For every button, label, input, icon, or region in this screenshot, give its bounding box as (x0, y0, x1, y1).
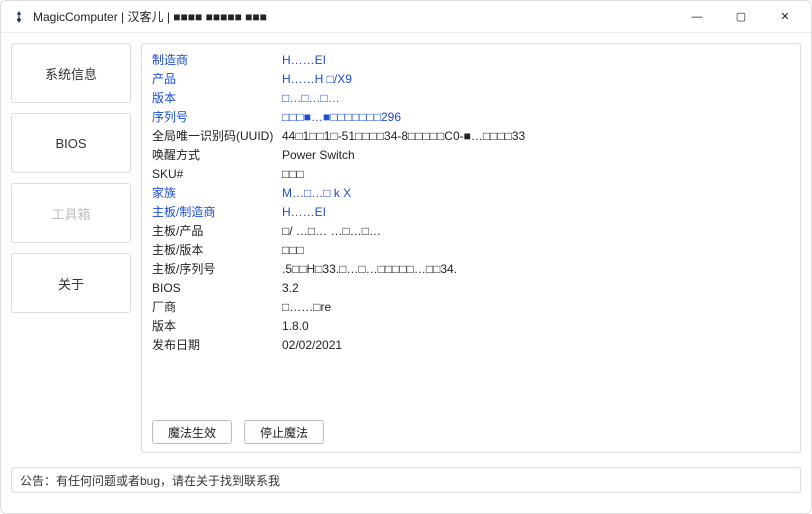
stop-button[interactable]: 停止魔法 (244, 420, 324, 444)
info-key: 版本 (152, 89, 282, 106)
info-row: 主板/版本□□□ (152, 240, 790, 259)
titlebar: MagicComputer | 汉客儿 | ■■■■ ■■■■■ ■■■ — ▢… (1, 1, 811, 33)
info-key: 序列号 (152, 108, 282, 125)
info-row: 序列号□□□■…■□□□□□□□296 (152, 107, 790, 126)
info-key: 主板/版本 (152, 241, 282, 258)
info-row: SKU#□□□ (152, 164, 790, 183)
info-row: 厂商□……□re (152, 297, 790, 316)
info-value: M…□…□ k X (282, 186, 351, 200)
close-button[interactable]: ✕ (763, 3, 807, 31)
info-value: □……□re (282, 300, 331, 314)
notice-text: 公告：有任何问题或者bug，请在关于找到联系我 (20, 472, 280, 489)
info-value: 02/02/2021 (282, 338, 342, 352)
info-row: 产品H……H □/X9 (152, 69, 790, 88)
info-key: 主板/产品 (152, 222, 282, 239)
button-bar: 魔法生效 停止魔法 (142, 412, 800, 452)
info-row: 唤醒方式Power Switch (152, 145, 790, 164)
info-value: □/ …□… …□…□… (282, 224, 381, 238)
info-row: 全局唯一识别码(UUID)44□1□□1□-51□□□□34-8□□□□□C0-… (152, 126, 790, 145)
info-row: 主板/产品□/ …□… …□…□… (152, 221, 790, 240)
info-row: 家族M…□…□ k X (152, 183, 790, 202)
sidebar-item-bios[interactable]: BIOS (11, 113, 131, 173)
info-key: 主板/制造商 (152, 203, 282, 220)
window-title: MagicComputer | 汉客儿 | ■■■■ ■■■■■ ■■■ (33, 8, 267, 25)
info-key: 厂商 (152, 298, 282, 315)
maximize-button[interactable]: ▢ (719, 3, 763, 31)
app-icon (11, 9, 27, 25)
sidebar: 系统信息 BIOS 工具箱 关于 (11, 43, 131, 453)
info-value: □□□ (282, 243, 304, 257)
info-value: H……H □/X9 (282, 72, 352, 86)
info-list: 制造商H……EI产品H……H □/X9版本□…□…□…序列号□□□■…■□□□□… (142, 44, 800, 412)
sidebar-item-toolbox: 工具箱 (11, 183, 131, 243)
info-value: □…□…□… (282, 91, 340, 105)
info-row: 发布日期02/02/2021 (152, 335, 790, 354)
info-key: 家族 (152, 184, 282, 201)
info-value: H……EI (282, 205, 326, 219)
info-row: 主板/序列号.5□□H□33.□…□…□□□□□…□□34. (152, 259, 790, 278)
info-row: 主板/制造商H……EI (152, 202, 790, 221)
info-row: 版本1.8.0 (152, 316, 790, 335)
info-key: SKU# (152, 167, 282, 181)
info-key: 发布日期 (152, 336, 282, 353)
info-key: 产品 (152, 70, 282, 87)
sidebar-item-system-info[interactable]: 系统信息 (11, 43, 131, 103)
info-key: 唤醒方式 (152, 146, 282, 163)
content-area: 系统信息 BIOS 工具箱 关于 制造商H……EI产品H……H □/X9版本□…… (1, 33, 811, 453)
info-value: □□□ (282, 167, 304, 181)
info-value: 1.8.0 (282, 319, 309, 333)
info-value: Power Switch (282, 148, 355, 162)
info-value: □□□■…■□□□□□□□296 (282, 110, 401, 124)
info-value: 3.2 (282, 281, 299, 295)
minimize-button[interactable]: — (675, 3, 719, 31)
main-panel: 制造商H……EI产品H……H □/X9版本□…□…□…序列号□□□■…■□□□□… (141, 43, 801, 453)
info-value: .5□□H□33.□…□…□□□□□…□□34. (282, 262, 457, 276)
info-key: 全局唯一识别码(UUID) (152, 127, 282, 144)
info-row: 制造商H……EI (152, 50, 790, 69)
info-value: H……EI (282, 53, 326, 67)
notice-bar: 公告：有任何问题或者bug，请在关于找到联系我 (11, 467, 801, 493)
info-key: 版本 (152, 317, 282, 334)
info-row: 版本□…□…□… (152, 88, 790, 107)
info-value: 44□1□□1□-51□□□□34-8□□□□□C0-■…□□□□33 (282, 129, 525, 143)
sidebar-item-about[interactable]: 关于 (11, 253, 131, 313)
info-key: BIOS (152, 281, 282, 295)
info-key: 主板/序列号 (152, 260, 282, 277)
info-row: BIOS3.2 (152, 278, 790, 297)
apply-button[interactable]: 魔法生效 (152, 420, 232, 444)
info-key: 制造商 (152, 51, 282, 68)
